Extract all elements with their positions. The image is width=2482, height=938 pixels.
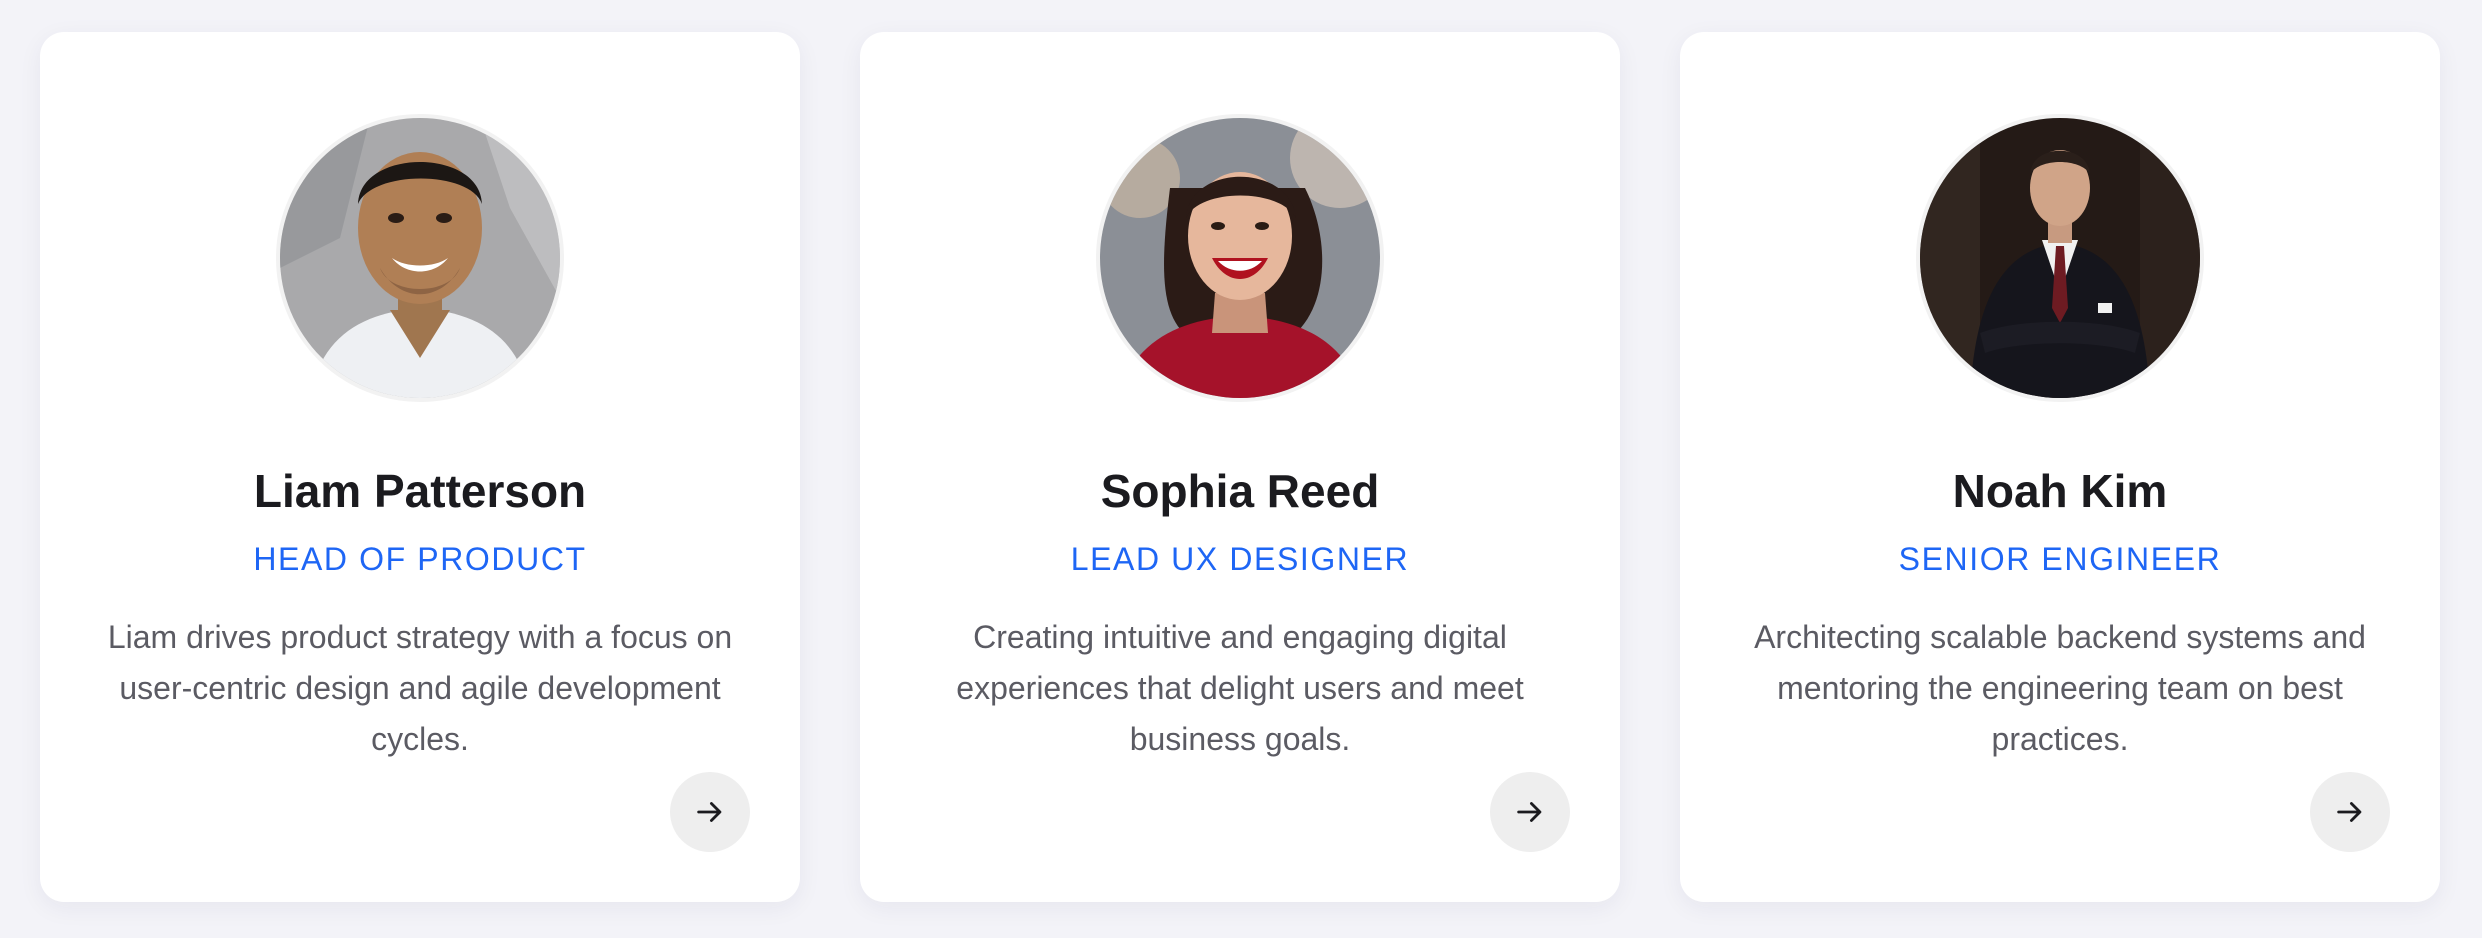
avatar-photo-liam <box>280 118 560 398</box>
member-role: SENIOR ENGINEER <box>1898 541 2222 577</box>
avatar-photo-sophia <box>1100 118 1380 398</box>
member-bio: Creating intuitive and engaging digital … <box>956 619 1524 757</box>
arrow-right-icon <box>697 802 722 822</box>
member-role: LEAD UX DESIGNER <box>1070 541 1410 577</box>
avatar <box>276 114 564 402</box>
team-card: Sophia Reed LEAD UX DESIGNER Creating in… <box>860 32 1620 902</box>
team-card: Noah Kim SENIOR ENGINEER Architecting sc… <box>1680 32 2440 902</box>
avatar-photo-noah <box>1920 118 2200 398</box>
member-name: Noah Kim <box>1952 465 2168 517</box>
avatar <box>1096 114 1384 402</box>
view-profile-button[interactable] <box>670 772 750 852</box>
member-bio: Liam drives product strategy with a focu… <box>107 619 733 757</box>
arrow-right-icon <box>2337 802 2362 822</box>
member-bio: Architecting scalable backend systems an… <box>1754 619 2366 757</box>
arrow-right-icon <box>1517 802 1542 822</box>
view-profile-button[interactable] <box>1490 772 1570 852</box>
member-name: Sophia Reed <box>1100 465 1380 517</box>
member-role: HEAD OF PRODUCT <box>253 541 587 577</box>
member-name: Liam Patterson <box>253 465 587 517</box>
team-card: Liam Patterson HEAD OF PRODUCT Liam driv… <box>40 32 800 902</box>
view-profile-button[interactable] <box>2310 772 2390 852</box>
team-cards-row: Liam Patterson HEAD OF PRODUCT Liam driv… <box>40 32 2440 902</box>
avatar <box>1916 114 2204 402</box>
